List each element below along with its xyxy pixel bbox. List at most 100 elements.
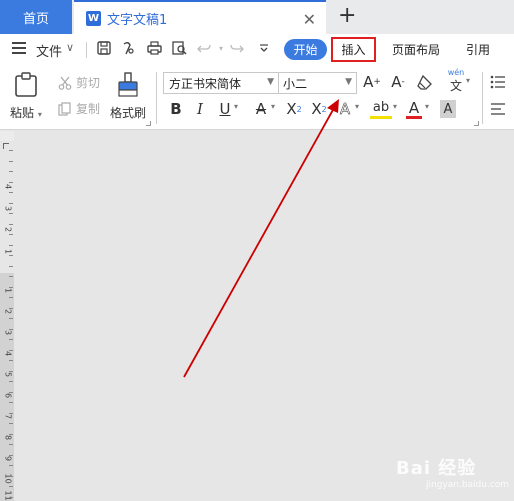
ruler-tick bbox=[9, 213, 13, 214]
chevron-down-icon[interactable]: ▾ bbox=[355, 102, 359, 111]
align-icon[interactable] bbox=[488, 99, 508, 119]
chevron-down-icon[interactable]: ▾ bbox=[271, 102, 275, 111]
shrink-font-glyph: A bbox=[391, 73, 402, 91]
subscript-button[interactable]: X2 bbox=[309, 99, 329, 119]
strikethrough-button[interactable]: A bbox=[252, 99, 270, 119]
watermark-url: jingyan.baidu.com bbox=[426, 480, 510, 490]
ruler-tick bbox=[9, 329, 13, 330]
shrink-font-button[interactable]: A- bbox=[389, 72, 407, 92]
ruler-corner-marker bbox=[3, 143, 9, 149]
ruler-tick bbox=[9, 308, 13, 309]
paste-label: 粘贴 ▾ bbox=[10, 106, 42, 120]
ruler-tick bbox=[9, 318, 13, 319]
ruler-tick bbox=[9, 455, 13, 456]
ruler-tick bbox=[9, 182, 13, 183]
bold-button[interactable]: B bbox=[167, 99, 185, 119]
ruler-tick bbox=[9, 192, 13, 193]
chevron-down-icon[interactable]: ∨ bbox=[66, 41, 74, 54]
ruler-tick bbox=[9, 381, 13, 382]
format-painter-button[interactable]: 格式刷 bbox=[110, 72, 146, 121]
ruler-number: 2 bbox=[3, 226, 13, 233]
ruler-tick bbox=[9, 171, 13, 172]
ruler-tick bbox=[9, 339, 13, 340]
redo-icon[interactable] bbox=[229, 40, 245, 56]
ruler-tick bbox=[9, 287, 13, 288]
subscript-glyph: X bbox=[311, 100, 322, 118]
divider bbox=[482, 72, 483, 124]
cut-button[interactable]: 剪切 bbox=[58, 74, 100, 91]
customize-icon[interactable] bbox=[256, 40, 272, 56]
bullet-list-icon[interactable] bbox=[488, 72, 508, 92]
text-effect-button[interactable]: A bbox=[336, 99, 354, 119]
export-icon[interactable] bbox=[120, 40, 136, 56]
superscript-button[interactable]: X2 bbox=[284, 99, 304, 119]
font-group-launcher[interactable] bbox=[474, 121, 479, 126]
font-size-value: 小二 bbox=[283, 76, 308, 91]
ruler-tick bbox=[9, 476, 13, 477]
highlight-button[interactable]: ab bbox=[370, 99, 392, 119]
eraser-icon[interactable] bbox=[416, 73, 434, 91]
font-name-select[interactable]: 方正书宋简体 ▼ bbox=[163, 72, 279, 94]
tab-start[interactable]: 开始 bbox=[284, 39, 327, 60]
chevron-down-icon[interactable]: ▼ bbox=[267, 77, 274, 87]
copy-button[interactable]: 复制 bbox=[58, 100, 100, 117]
font-size-select[interactable]: 小二 ▼ bbox=[279, 72, 357, 94]
chevron-down-icon[interactable]: ▼ bbox=[345, 77, 352, 87]
tab-reference[interactable]: 引用 bbox=[466, 41, 490, 58]
divider bbox=[86, 42, 87, 58]
ruler-tick bbox=[9, 402, 13, 403]
ruler-tick bbox=[9, 465, 13, 466]
ruler-tick bbox=[9, 371, 13, 372]
italic-button[interactable]: I bbox=[192, 99, 208, 119]
undo-dropdown-icon[interactable]: ▾ bbox=[213, 40, 229, 56]
chevron-down-icon[interactable]: ▾ bbox=[425, 102, 429, 111]
chevron-down-icon[interactable]: ▾ bbox=[234, 102, 238, 111]
ruler-tick bbox=[9, 224, 13, 225]
chevron-down-icon[interactable]: ▾ bbox=[466, 76, 470, 85]
tab-page-layout[interactable]: 页面布局 bbox=[392, 41, 440, 58]
save-icon[interactable] bbox=[96, 40, 112, 56]
paste-button[interactable]: 粘贴 ▾ bbox=[10, 72, 42, 121]
ruler-tick bbox=[9, 266, 13, 267]
word-document-icon: W bbox=[86, 10, 101, 26]
cut-label: 剪切 bbox=[76, 76, 101, 90]
home-tab[interactable]: 首页 bbox=[0, 0, 72, 34]
undo-icon[interactable] bbox=[196, 40, 212, 56]
new-tab-button[interactable]: + bbox=[338, 3, 356, 28]
superscript-glyph: X bbox=[286, 100, 297, 118]
document-tab-bar: 首页 W 文字文稿1 ✕ + bbox=[0, 0, 514, 34]
format-painter-label: 格式刷 bbox=[110, 106, 147, 120]
ruler-tick bbox=[9, 423, 13, 424]
ruler-tick bbox=[9, 150, 13, 151]
ruler-number: 3 bbox=[3, 205, 13, 212]
ruler-number: 4 bbox=[3, 183, 13, 190]
clipboard-group-launcher[interactable] bbox=[146, 121, 151, 126]
ruler-tick bbox=[9, 350, 13, 351]
copy-label: 复制 bbox=[76, 102, 101, 116]
phonetic-char: 文 bbox=[449, 79, 462, 93]
tab-insert[interactable]: 插入 bbox=[331, 37, 376, 62]
close-tab-icon[interactable]: ✕ bbox=[303, 10, 316, 29]
print-preview-icon[interactable] bbox=[171, 40, 187, 56]
ruler-number: 11 bbox=[3, 490, 13, 501]
ruler-tick bbox=[9, 203, 13, 204]
ruler-tick bbox=[9, 245, 13, 246]
home-ribbon: 粘贴 ▾ 剪切 复制 格式刷 方正书宋简体 ▼ 小二 ▼ A + A - wén… bbox=[0, 66, 514, 130]
document-tab-title: 文字文稿1 bbox=[107, 12, 168, 28]
document-tab[interactable]: W 文字文稿1 ✕ bbox=[74, 0, 326, 34]
scissors-icon bbox=[58, 76, 72, 90]
print-icon[interactable] bbox=[146, 40, 162, 56]
ruler-tick bbox=[9, 360, 13, 361]
file-menu[interactable]: 文件 bbox=[36, 41, 62, 60]
chevron-down-icon[interactable]: ▾ bbox=[393, 102, 397, 111]
underline-button[interactable]: U bbox=[216, 99, 234, 119]
ruler-tick bbox=[9, 297, 13, 298]
char-shading-button[interactable]: A bbox=[440, 100, 456, 118]
grow-font-button[interactable]: A + bbox=[363, 72, 381, 92]
phonetic-label: wén bbox=[447, 68, 465, 77]
hamburger-menu-icon[interactable] bbox=[12, 42, 26, 54]
document-canvas[interactable] bbox=[14, 131, 514, 501]
ruler-tick bbox=[9, 434, 13, 435]
font-color-button[interactable]: A bbox=[406, 99, 422, 119]
ruler-tick bbox=[9, 486, 13, 487]
